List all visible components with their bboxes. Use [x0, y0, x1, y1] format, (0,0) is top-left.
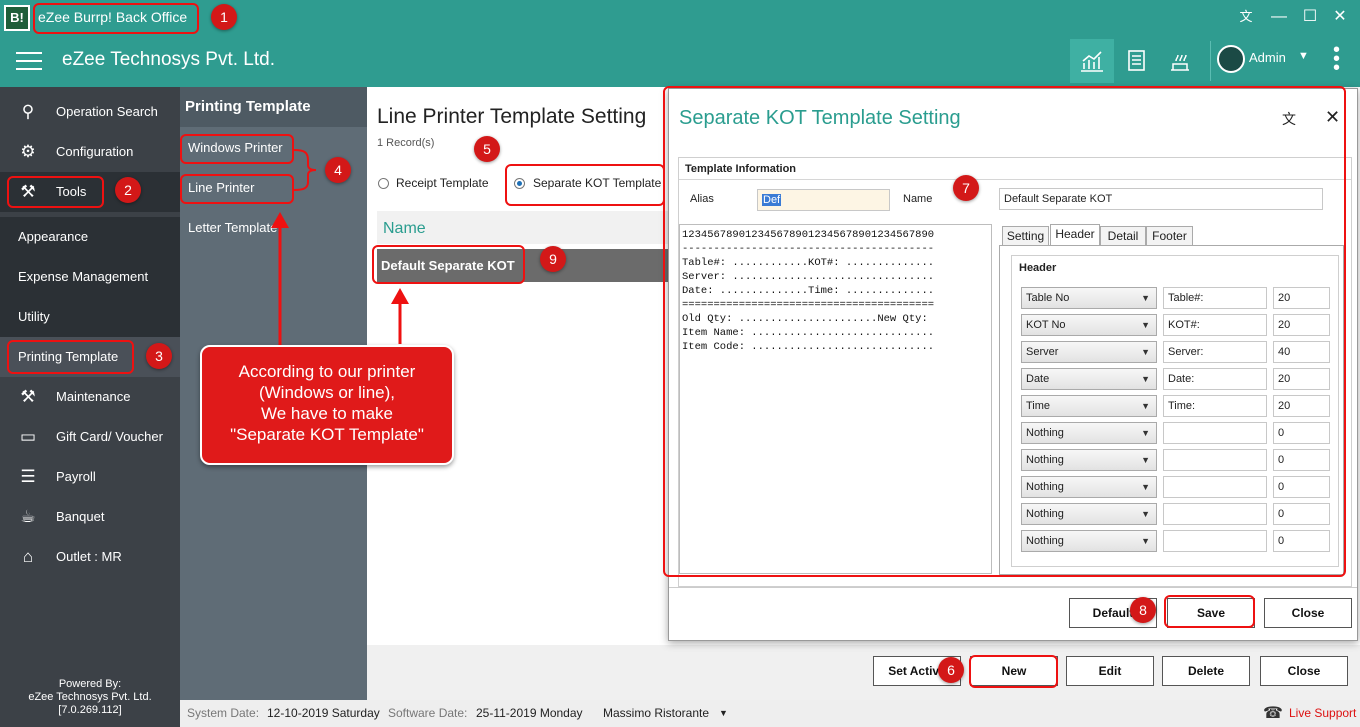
- report-icon[interactable]: [1114, 39, 1158, 83]
- step-badge-1: 1: [211, 4, 237, 30]
- record-count: 1 Record(s): [377, 137, 435, 149]
- callout-printing-template: [7, 340, 134, 374]
- user-name[interactable]: Admin: [1249, 50, 1286, 65]
- brace-connector: [293, 149, 317, 191]
- sidebar-item-gift-card[interactable]: ▭ Gift Card/ Voucher: [0, 417, 180, 457]
- receipt-template-label[interactable]: Receipt Template: [396, 176, 489, 190]
- submenu-item-letter-template[interactable]: Letter Template: [188, 220, 277, 235]
- sidebar-item-utility[interactable]: Utility: [0, 297, 180, 337]
- gear-icon: ⚙: [20, 142, 36, 161]
- outlet-select[interactable]: Massimo Ristorante: [603, 700, 709, 727]
- step-badge-3: 3: [146, 343, 172, 369]
- more-icon[interactable]: • • •: [1333, 40, 1340, 78]
- payroll-icon: ☰: [20, 467, 36, 486]
- sidebar-item-appearance[interactable]: Appearance: [0, 217, 180, 257]
- close-window-button[interactable]: ✕: [1327, 6, 1353, 30]
- bottom-toolbar: Set Active New Edit Delete Close: [367, 645, 1360, 700]
- search-icon: ⚲: [21, 102, 35, 121]
- app-logo: B!: [4, 5, 30, 31]
- menu-icon[interactable]: [16, 52, 42, 70]
- avatar[interactable]: [1217, 45, 1245, 73]
- arrow-up-line-printer: [271, 212, 289, 348]
- callout-separate-kot: [505, 164, 665, 206]
- instruction-note: According to our printer (Windows or lin…: [200, 345, 454, 465]
- app-bar: eZee Technosys Pvt. Ltd. Admin ▼ • • •: [0, 35, 1360, 87]
- live-support-link[interactable]: Live Support: [1289, 700, 1356, 727]
- divider: [669, 587, 1357, 588]
- kitchen-icon[interactable]: [1158, 39, 1202, 83]
- dialog-close-button[interactable]: Close: [1264, 598, 1352, 628]
- status-bar: System Date: 12-10-2019 Saturday Softwar…: [180, 700, 1360, 727]
- callout-title: [33, 3, 199, 34]
- powered-by: Powered By: eZee Technosys Pvt. Ltd. [7.…: [28, 678, 152, 716]
- step-badge-5: 5: [474, 136, 500, 162]
- chevron-down-icon[interactable]: ▼: [1298, 50, 1309, 62]
- outlet-icon: ⌂: [22, 547, 34, 566]
- callout-default-row: [372, 245, 525, 284]
- sidebar-item-outlet[interactable]: ⌂ Outlet : MR: [0, 537, 180, 577]
- page-title: Line Printer Template Setting: [377, 105, 647, 128]
- worker-icon: ⚒: [20, 387, 36, 406]
- callout-dialog: [663, 86, 1346, 577]
- arrow-up-default-row: [391, 288, 409, 344]
- step-badge-9: 9: [540, 246, 566, 272]
- close-button[interactable]: Close: [1260, 656, 1348, 686]
- sidebar-item-configuration[interactable]: ⚙ Configuration: [0, 132, 180, 172]
- step-badge-2: 2: [115, 177, 141, 203]
- sidebar-item-expense-management[interactable]: Expense Management: [0, 257, 180, 297]
- chevron-down-icon[interactable]: ▼: [719, 700, 728, 727]
- callout-windows-printer: [180, 134, 294, 164]
- software-date: 25-11-2019 Monday: [476, 706, 583, 720]
- step-badge-8: 8: [1130, 597, 1156, 623]
- chart-icon[interactable]: [1070, 39, 1114, 83]
- maximize-button[interactable]: ☐: [1297, 6, 1323, 30]
- sidebar-item-banquet[interactable]: ☕ Banquet: [0, 497, 180, 537]
- minimize-button[interactable]: —: [1266, 6, 1292, 30]
- company-name: eZee Technosys Pvt. Ltd.: [62, 49, 275, 70]
- system-date-label: System Date:: [187, 706, 260, 720]
- title-bar: B! eZee Burrp! Back Office 文 — ☐ ✕: [0, 0, 1360, 35]
- headset-icon[interactable]: ☎: [1263, 700, 1283, 727]
- step-badge-4: 4: [325, 157, 351, 183]
- divider: [1210, 41, 1211, 81]
- translate-icon[interactable]: 文: [1233, 6, 1259, 30]
- software-date-label: Software Date:: [388, 706, 468, 720]
- delete-button[interactable]: Delete: [1162, 656, 1250, 686]
- sidebar-item-maintenance[interactable]: ⚒ Maintenance: [0, 377, 180, 417]
- step-badge-7: 7: [953, 175, 979, 201]
- callout-tools: [7, 176, 104, 208]
- system-date: 12-10-2019 Saturday: [267, 706, 380, 720]
- column-header-name[interactable]: Name: [377, 211, 677, 244]
- sidebar-item-payroll[interactable]: ☰ Payroll: [0, 457, 180, 497]
- step-badge-6: 6: [938, 657, 964, 683]
- edit-button[interactable]: Edit: [1066, 656, 1154, 686]
- submenu-title: Printing Template: [180, 87, 367, 127]
- banquet-icon: ☕: [20, 507, 36, 526]
- callout-new: [969, 655, 1058, 688]
- sidebar-item-operation-search[interactable]: ⚲ Operation Search: [0, 92, 180, 132]
- callout-save: [1164, 595, 1255, 628]
- giftcard-icon: ▭: [19, 427, 37, 446]
- receipt-template-radio[interactable]: [378, 178, 389, 189]
- callout-line-printer: [180, 174, 294, 204]
